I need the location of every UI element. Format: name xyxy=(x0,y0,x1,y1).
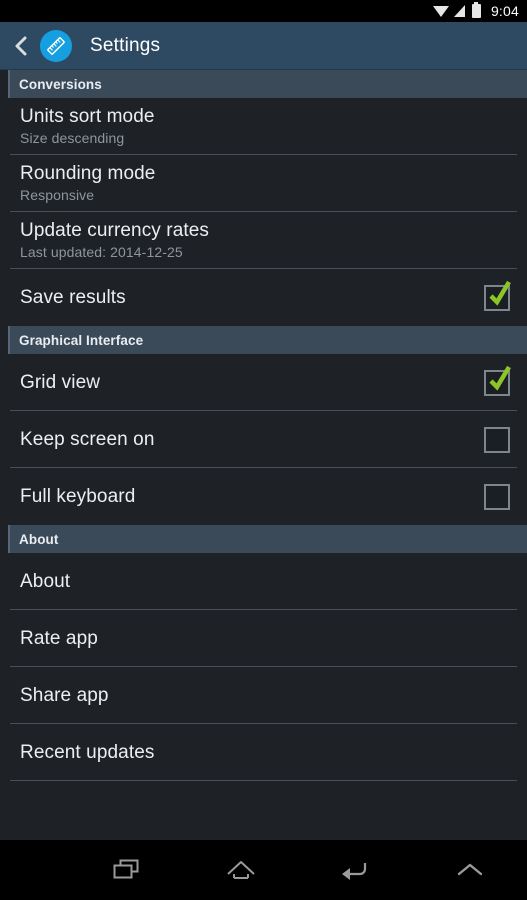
section-header-label: Conversions xyxy=(19,76,102,92)
status-icons: 9:04 xyxy=(432,2,519,19)
status-bar-clock: 9:04 xyxy=(490,3,519,19)
checkbox-keep-screen-on[interactable] xyxy=(484,426,510,453)
pref-text: Share app xyxy=(20,684,510,707)
section-header-conversions: Conversions xyxy=(8,70,527,98)
wifi-icon xyxy=(432,5,449,17)
chevron-up-icon[interactable] xyxy=(412,840,527,900)
pref-title: Recent updates xyxy=(20,742,155,763)
settings-list: Conversions Units sort mode Size descend… xyxy=(0,70,527,840)
pref-text: Grid view xyxy=(20,371,484,394)
recents-icon[interactable] xyxy=(69,840,184,900)
phone-screen: 9:04 Settings Conversions Units sort mod… xyxy=(0,0,527,900)
pref-row-recent-updates[interactable]: Recent updates xyxy=(0,724,527,781)
pref-row-rate-app[interactable]: Rate app xyxy=(0,610,527,667)
pref-summary: Responsive xyxy=(20,187,95,203)
battery-icon xyxy=(471,2,481,18)
pref-text: Keep screen on xyxy=(20,428,484,451)
system-navigation-bar xyxy=(0,840,527,900)
pref-row-units-sort-mode[interactable]: Units sort mode Size descending xyxy=(0,98,527,155)
status-bar: 9:04 xyxy=(0,0,527,22)
pref-row-update-currency-rates[interactable]: Update currency rates Last updated: 2014… xyxy=(0,212,527,269)
back-chevron-icon[interactable] xyxy=(8,22,34,70)
pref-text: Rate app xyxy=(20,627,510,650)
pref-title: Share app xyxy=(20,685,109,706)
checkbox-grid-view[interactable] xyxy=(484,365,511,396)
pref-title: Units sort mode xyxy=(20,106,155,127)
checkbox-save-results[interactable] xyxy=(484,280,511,311)
pref-title: About xyxy=(20,571,71,592)
pref-row-keep-screen-on[interactable]: Keep screen on xyxy=(0,411,527,468)
signal-icon xyxy=(453,5,465,17)
pref-title: Grid view xyxy=(20,372,101,393)
pref-row-save-results[interactable]: Save results xyxy=(0,269,527,326)
pref-text: Update currency rates Last updated: 2014… xyxy=(20,219,510,262)
pref-text: Rounding mode Responsive xyxy=(20,162,510,205)
pref-row-share-app[interactable]: Share app xyxy=(0,667,527,724)
pref-row-full-keyboard[interactable]: Full keyboard xyxy=(0,468,527,525)
pref-title: Rounding mode xyxy=(20,163,156,184)
pref-summary: Size descending xyxy=(20,130,125,146)
checkmark-icon xyxy=(487,364,513,397)
pref-title: Rate app xyxy=(20,628,98,649)
pref-text: Full keyboard xyxy=(20,485,484,508)
pref-title: Keep screen on xyxy=(20,429,155,450)
pref-title: Save results xyxy=(20,287,126,308)
pref-row-about[interactable]: About xyxy=(0,553,527,610)
pref-title: Full keyboard xyxy=(20,486,136,507)
section-header-label: Graphical Interface xyxy=(19,332,144,348)
pref-row-grid-view[interactable]: Grid view xyxy=(0,354,527,411)
ruler-icon xyxy=(40,29,72,62)
section-header-about: About xyxy=(8,525,527,553)
section-header-graphical-interface: Graphical Interface xyxy=(8,326,527,354)
pref-text: Recent updates xyxy=(20,741,510,764)
pref-text: Save results xyxy=(20,286,484,309)
pref-title: Update currency rates xyxy=(20,220,210,241)
checkmark-icon xyxy=(487,279,513,312)
pref-row-rounding-mode[interactable]: Rounding mode Responsive xyxy=(0,155,527,212)
pref-text: Units sort mode Size descending xyxy=(20,105,510,148)
pref-summary: Last updated: 2014-12-25 xyxy=(20,244,183,260)
home-icon[interactable] xyxy=(183,840,298,900)
back-icon[interactable] xyxy=(298,840,413,900)
pref-text: About xyxy=(20,570,510,593)
page-title: Settings xyxy=(90,34,161,56)
action-bar: Settings xyxy=(0,22,527,70)
section-header-label: About xyxy=(19,531,59,547)
checkbox-full-keyboard[interactable] xyxy=(484,483,510,510)
